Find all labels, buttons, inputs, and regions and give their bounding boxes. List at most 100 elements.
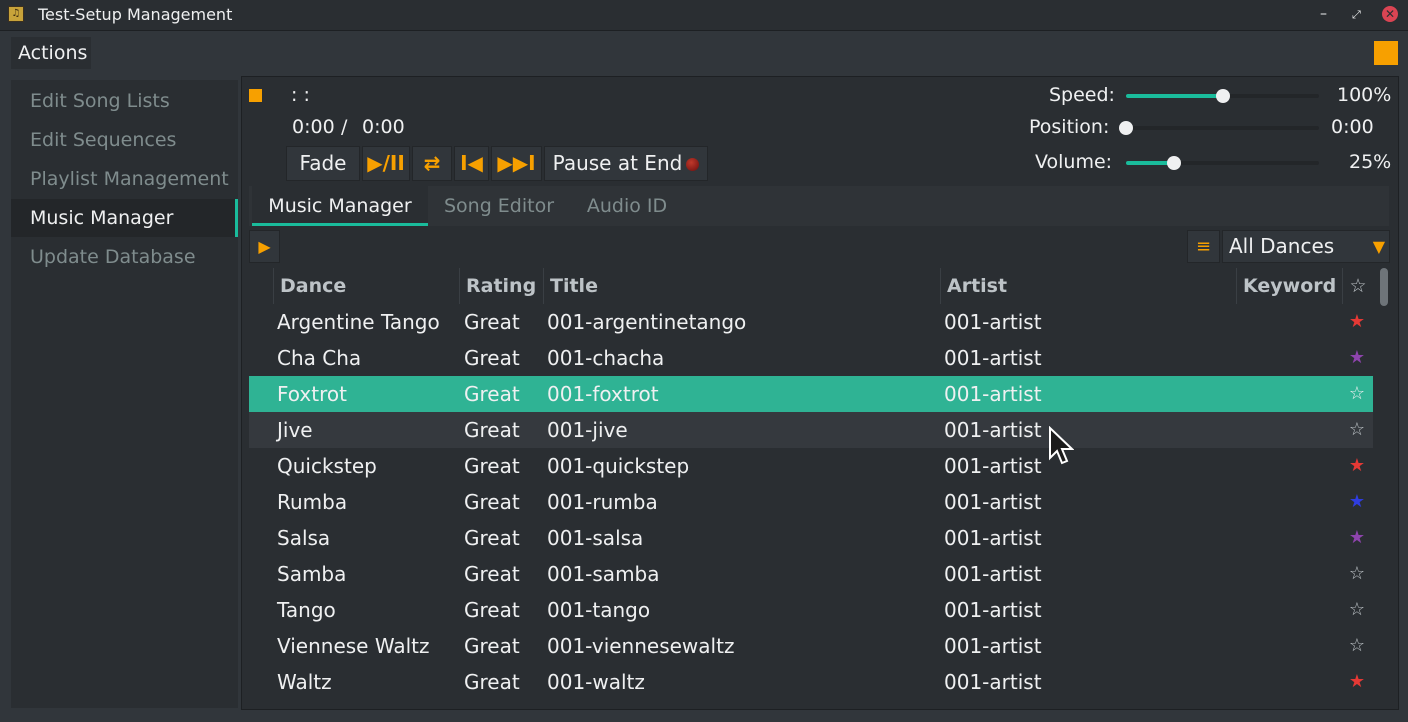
sidebar-item-edit-song-lists[interactable]: Edit Song Lists <box>11 82 238 120</box>
column-header-artist[interactable]: Artist <box>940 268 1236 304</box>
favorite-star-icon[interactable]: ★ <box>1348 304 1366 340</box>
favorite-star-icon[interactable]: ★ <box>1348 664 1366 700</box>
cell-artist: 001-artist <box>944 598 1042 622</box>
cell-title: 001-salsa <box>547 526 644 550</box>
column-header-title[interactable]: Title <box>543 268 940 304</box>
volume-slider-handle[interactable] <box>1167 156 1181 170</box>
cell-rating: Great <box>464 598 520 622</box>
sidebar-item-music-manager[interactable]: Music Manager <box>11 199 238 237</box>
close-icon[interactable]: ✕ <box>1382 6 1398 22</box>
cell-title: 001-argentinetango <box>547 310 747 334</box>
dropdown-arrow-icon: ▼ <box>1372 237 1385 256</box>
table-row[interactable]: Tango Great 001-tango 001-artist ☆ <box>249 592 1373 628</box>
table-row[interactable]: Cha Cha Great 001-chacha 001-artist ★ <box>249 340 1373 376</box>
favorite-star-icon[interactable]: ☆ <box>1348 556 1366 592</box>
tab-bar: Music Manager Song Editor Audio ID <box>249 186 1389 226</box>
cell-dance: Salsa <box>277 526 331 550</box>
stop-button[interactable] <box>249 89 262 102</box>
table-row[interactable]: Samba Great 001-samba 001-artist ☆ <box>249 556 1373 592</box>
speed-slider-fill <box>1126 94 1223 98</box>
cell-rating: Great <box>464 454 520 478</box>
sidebar-item-playlist-management[interactable]: Playlist Management <box>11 160 238 198</box>
time-separator: / <box>341 116 348 138</box>
skip-back-icon: I◀ <box>460 151 483 175</box>
favorite-star-icon[interactable]: ☆ <box>1348 412 1366 448</box>
pause-at-end-button[interactable]: Pause at End <box>544 146 708 181</box>
loop-button[interactable]: ⇄ <box>412 146 452 181</box>
tab-music-manager[interactable]: Music Manager <box>252 186 428 226</box>
column-header-rating[interactable]: Rating <box>459 268 543 304</box>
favorite-star-icon[interactable]: ☆ <box>1348 592 1366 628</box>
column-header-dance[interactable]: Dance <box>273 268 459 304</box>
volume-label: Volume: <box>1035 151 1113 173</box>
dance-filter-select[interactable]: All Dances ▼ <box>1222 230 1390 263</box>
cell-dance: Cha Cha <box>277 346 362 370</box>
table-scrollbar-thumb[interactable] <box>1380 268 1388 306</box>
status-indicator[interactable] <box>1374 41 1398 65</box>
cell-artist: 001-artist <box>944 418 1042 442</box>
maximize-icon[interactable]: ⤢ <box>1352 5 1361 25</box>
fade-button[interactable]: Fade <box>286 146 360 181</box>
favorite-star-icon[interactable]: ★ <box>1348 520 1366 556</box>
cell-title: 001-jive <box>547 418 628 442</box>
column-header-favorite[interactable]: ☆ <box>1342 268 1373 304</box>
favorite-star-icon[interactable]: ★ <box>1348 484 1366 520</box>
position-label: Position: <box>1029 116 1110 138</box>
table-row[interactable]: Viennese Waltz Great 001-viennesewaltz 001-… <box>249 628 1373 664</box>
minimize-icon[interactable]: – <box>1320 4 1327 24</box>
cell-artist: 001-artist <box>944 634 1042 658</box>
cell-rating: Great <box>464 634 520 658</box>
table-row[interactable]: Rumba Great 001-rumba 001-artist ★ <box>249 484 1373 520</box>
cell-artist: 001-artist <box>944 454 1042 478</box>
table-header: Dance Rating Title Artist Keyword ☆ <box>249 268 1373 304</box>
table-scrollbar[interactable] <box>1379 268 1389 704</box>
cell-rating: Great <box>464 490 520 514</box>
table-row[interactable]: Foxtrot Great 001-foxtrot 001-artist ☆ <box>249 376 1373 412</box>
cell-title: 001-tango <box>547 598 651 622</box>
position-slider[interactable] <box>1119 121 1319 135</box>
cell-artist: 001-artist <box>944 310 1042 334</box>
favorite-star-icon[interactable]: ★ <box>1348 340 1366 376</box>
cell-rating: Great <box>464 310 520 334</box>
pause-at-end-indicator-icon <box>686 158 700 171</box>
cell-dance: Tango <box>277 598 336 622</box>
sidebar-item-update-database[interactable]: Update Database <box>11 238 238 276</box>
column-header-keyword[interactable]: Keyword <box>1236 268 1342 304</box>
speed-slider-handle[interactable] <box>1216 89 1230 103</box>
position-slider-handle[interactable] <box>1119 121 1133 135</box>
table-row[interactable]: Waltz Great 001-waltz 001-artist ★ <box>249 664 1373 700</box>
cell-title: 001-rumba <box>547 490 658 514</box>
cell-title: 001-foxtrot <box>547 382 659 406</box>
cell-dance: Argentine Tango <box>277 310 440 334</box>
table-row[interactable]: Jive Great 001-jive 001-artist ☆ <box>249 412 1373 448</box>
play-selection-button[interactable]: ▶ <box>249 230 280 263</box>
speed-slider[interactable] <box>1126 89 1319 103</box>
next-button[interactable]: ▶▶I <box>491 146 542 181</box>
sidebar-item-edit-sequences[interactable]: Edit Sequences <box>11 121 238 159</box>
filter-button[interactable]: ≡ <box>1187 230 1220 263</box>
cell-dance: Waltz <box>277 670 332 694</box>
tab-song-editor[interactable]: Song Editor <box>432 186 566 226</box>
volume-slider[interactable] <box>1126 156 1319 170</box>
dance-filter-value: All Dances <box>1229 234 1335 258</box>
favorite-star-icon[interactable]: ☆ <box>1348 376 1366 412</box>
cell-rating: Great <box>464 562 520 586</box>
cell-title: 001-viennesewaltz <box>547 634 735 658</box>
table-row[interactable]: Salsa Great 001-salsa 001-artist ★ <box>249 520 1373 556</box>
loop-icon: ⇄ <box>423 151 441 175</box>
favorite-star-icon[interactable]: ★ <box>1348 448 1366 484</box>
tab-audio-id[interactable]: Audio ID <box>572 186 682 226</box>
cell-artist: 001-artist <box>944 382 1042 406</box>
cell-rating: Great <box>464 382 520 406</box>
menu-actions[interactable]: Actions <box>11 37 91 69</box>
cell-rating: Great <box>464 670 520 694</box>
speed-value: 100% <box>1337 84 1392 106</box>
table-row[interactable]: Quickstep Great 001-quickstep 001-artist ★ <box>249 448 1373 484</box>
previous-button[interactable]: I◀ <box>454 146 489 181</box>
cell-title: 001-waltz <box>547 670 645 694</box>
table-row[interactable]: Argentine Tango Great 001-argentinetango 00… <box>249 304 1373 340</box>
play-pause-button[interactable]: ▶/II <box>362 146 410 181</box>
track-info: : : <box>291 84 310 106</box>
favorite-star-icon[interactable]: ☆ <box>1348 628 1366 664</box>
mouse-cursor-icon <box>1049 426 1074 465</box>
